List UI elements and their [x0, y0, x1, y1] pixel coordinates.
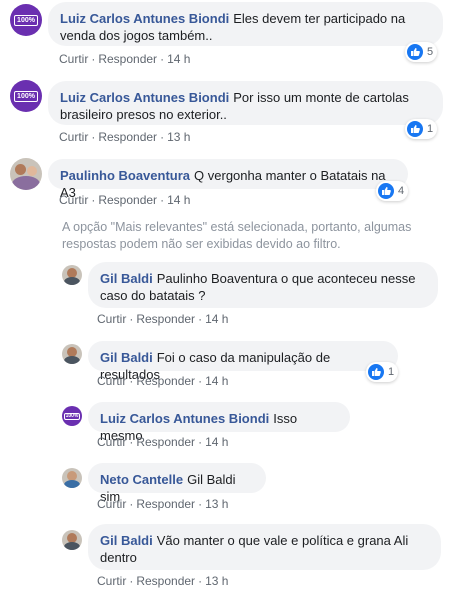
like-link[interactable]: Curtir	[59, 52, 88, 66]
reaction-number: 1	[427, 123, 434, 135]
timestamp[interactable]: 13 h	[205, 574, 228, 588]
separator: ·	[129, 435, 134, 449]
timestamp[interactable]: 13 h	[167, 130, 190, 144]
like-icon	[378, 183, 394, 199]
separator: ·	[160, 130, 165, 144]
avatar[interactable]	[10, 158, 42, 190]
reaction-count[interactable]: 1	[366, 362, 399, 382]
like-link[interactable]: Curtir	[59, 130, 88, 144]
separator: ·	[160, 193, 165, 207]
reply-actions: Curtir · Responder · 14 h	[97, 374, 228, 388]
avatar-badge: 100%	[14, 14, 38, 26]
reply-bubble: Gil Baldi Paulinho Boaventura o que acont…	[88, 262, 438, 308]
separator: ·	[198, 497, 203, 511]
reply-link[interactable]: Responder	[136, 374, 195, 388]
filter-notice: A opção "Mais relevantes" está seleciona…	[62, 220, 412, 251]
avatar-body	[12, 176, 40, 190]
avatar-badge: 100%	[14, 90, 38, 102]
separator: ·	[129, 312, 134, 326]
timestamp[interactable]: 14 h	[205, 435, 228, 449]
separator: ·	[91, 130, 96, 144]
separator: ·	[129, 374, 134, 388]
reply-actions: Curtir · Responder · 13 h	[97, 574, 228, 588]
reply-author[interactable]: Luiz Carlos Antunes Biondi	[100, 411, 269, 426]
separator: ·	[91, 193, 96, 207]
timestamp[interactable]: 14 h	[167, 193, 190, 207]
reply-bubble: Gil Baldi Vão manter o que vale e polític…	[88, 524, 441, 570]
avatar[interactable]	[62, 344, 82, 364]
like-link[interactable]: Curtir	[97, 574, 126, 588]
like-link[interactable]: Curtir	[97, 312, 126, 326]
avatar-body	[64, 277, 80, 285]
comment-author[interactable]: Luiz Carlos Antunes Biondi	[60, 11, 229, 26]
comment-bubble: Paulinho Boaventura Q vergonha manter o B…	[48, 159, 408, 200]
reaction-number: 4	[398, 185, 405, 197]
avatar-badge: 100%	[63, 412, 81, 420]
reaction-number: 1	[388, 366, 395, 378]
reply-link[interactable]: Responder	[136, 312, 195, 326]
reply-actions: Curtir · Responder · 13 h	[97, 497, 228, 511]
timestamp[interactable]: 14 h	[205, 312, 228, 326]
separator: ·	[198, 374, 203, 388]
reaction-count[interactable]: 5	[405, 42, 438, 62]
reply-link[interactable]: Responder	[98, 52, 157, 66]
timestamp[interactable]: 14 h	[167, 52, 190, 66]
comment-actions: Curtir · Responder · 14 h	[59, 193, 190, 207]
reply-bubble: Gil Baldi Foi o caso da manipulação de re…	[88, 341, 398, 382]
reaction-number: 5	[427, 46, 434, 58]
reply-author[interactable]: Gil Baldi	[100, 271, 153, 286]
avatar[interactable]: 100%	[62, 406, 82, 426]
reply-bubble: Luiz Carlos Antunes Biondi Isso mesmo	[88, 402, 350, 443]
avatar[interactable]	[62, 265, 82, 285]
timestamp[interactable]: 14 h	[205, 374, 228, 388]
like-icon	[407, 121, 423, 137]
separator: ·	[91, 52, 96, 66]
reply-link[interactable]: Responder	[136, 497, 195, 511]
reply-author[interactable]: Neto Cantelle	[100, 472, 183, 487]
avatar[interactable]	[62, 530, 82, 550]
separator: ·	[129, 574, 134, 588]
separator: ·	[198, 574, 203, 588]
reply-link[interactable]: Responder	[98, 193, 157, 207]
like-link[interactable]: Curtir	[97, 497, 126, 511]
avatar-body	[64, 356, 80, 364]
comment-author[interactable]: Paulinho Boaventura	[60, 168, 190, 183]
reply-link[interactable]: Responder	[136, 574, 195, 588]
avatar-body	[64, 480, 80, 488]
separator: ·	[129, 497, 134, 511]
like-link[interactable]: Curtir	[97, 435, 126, 449]
separator: ·	[198, 435, 203, 449]
separator: ·	[198, 312, 203, 326]
like-icon	[407, 44, 423, 60]
comment-actions: Curtir · Responder · 13 h	[59, 130, 190, 144]
timestamp[interactable]: 13 h	[205, 497, 228, 511]
comment-actions: Curtir · Responder · 14 h	[59, 52, 190, 66]
avatar-face	[27, 166, 37, 176]
reply-author[interactable]: Gil Baldi	[100, 350, 153, 365]
like-icon	[368, 364, 384, 380]
avatar-body	[64, 542, 80, 550]
reply-link[interactable]: Responder	[98, 130, 157, 144]
reaction-count[interactable]: 1	[405, 119, 438, 139]
reaction-count[interactable]: 4	[376, 181, 409, 201]
separator: ·	[160, 52, 165, 66]
reply-link[interactable]: Responder	[136, 435, 195, 449]
reply-bubble: Neto Cantelle Gil Baldi sim	[88, 463, 266, 504]
avatar-face	[15, 164, 26, 175]
reply-actions: Curtir · Responder · 14 h	[97, 435, 228, 449]
comment-author[interactable]: Luiz Carlos Antunes Biondi	[60, 90, 229, 105]
avatar[interactable]: 100%	[10, 4, 42, 36]
comment-bubble: Luiz Carlos Antunes Biondi Eles devem ter…	[48, 2, 443, 46]
reply-author[interactable]: Gil Baldi	[100, 533, 153, 548]
avatar[interactable]	[62, 468, 82, 488]
like-link[interactable]: Curtir	[59, 193, 88, 207]
avatar[interactable]: 100%	[10, 80, 42, 112]
comment-bubble: Luiz Carlos Antunes Biondi Por isso um mo…	[48, 81, 443, 125]
reply-actions: Curtir · Responder · 14 h	[97, 312, 228, 326]
like-link[interactable]: Curtir	[97, 374, 126, 388]
